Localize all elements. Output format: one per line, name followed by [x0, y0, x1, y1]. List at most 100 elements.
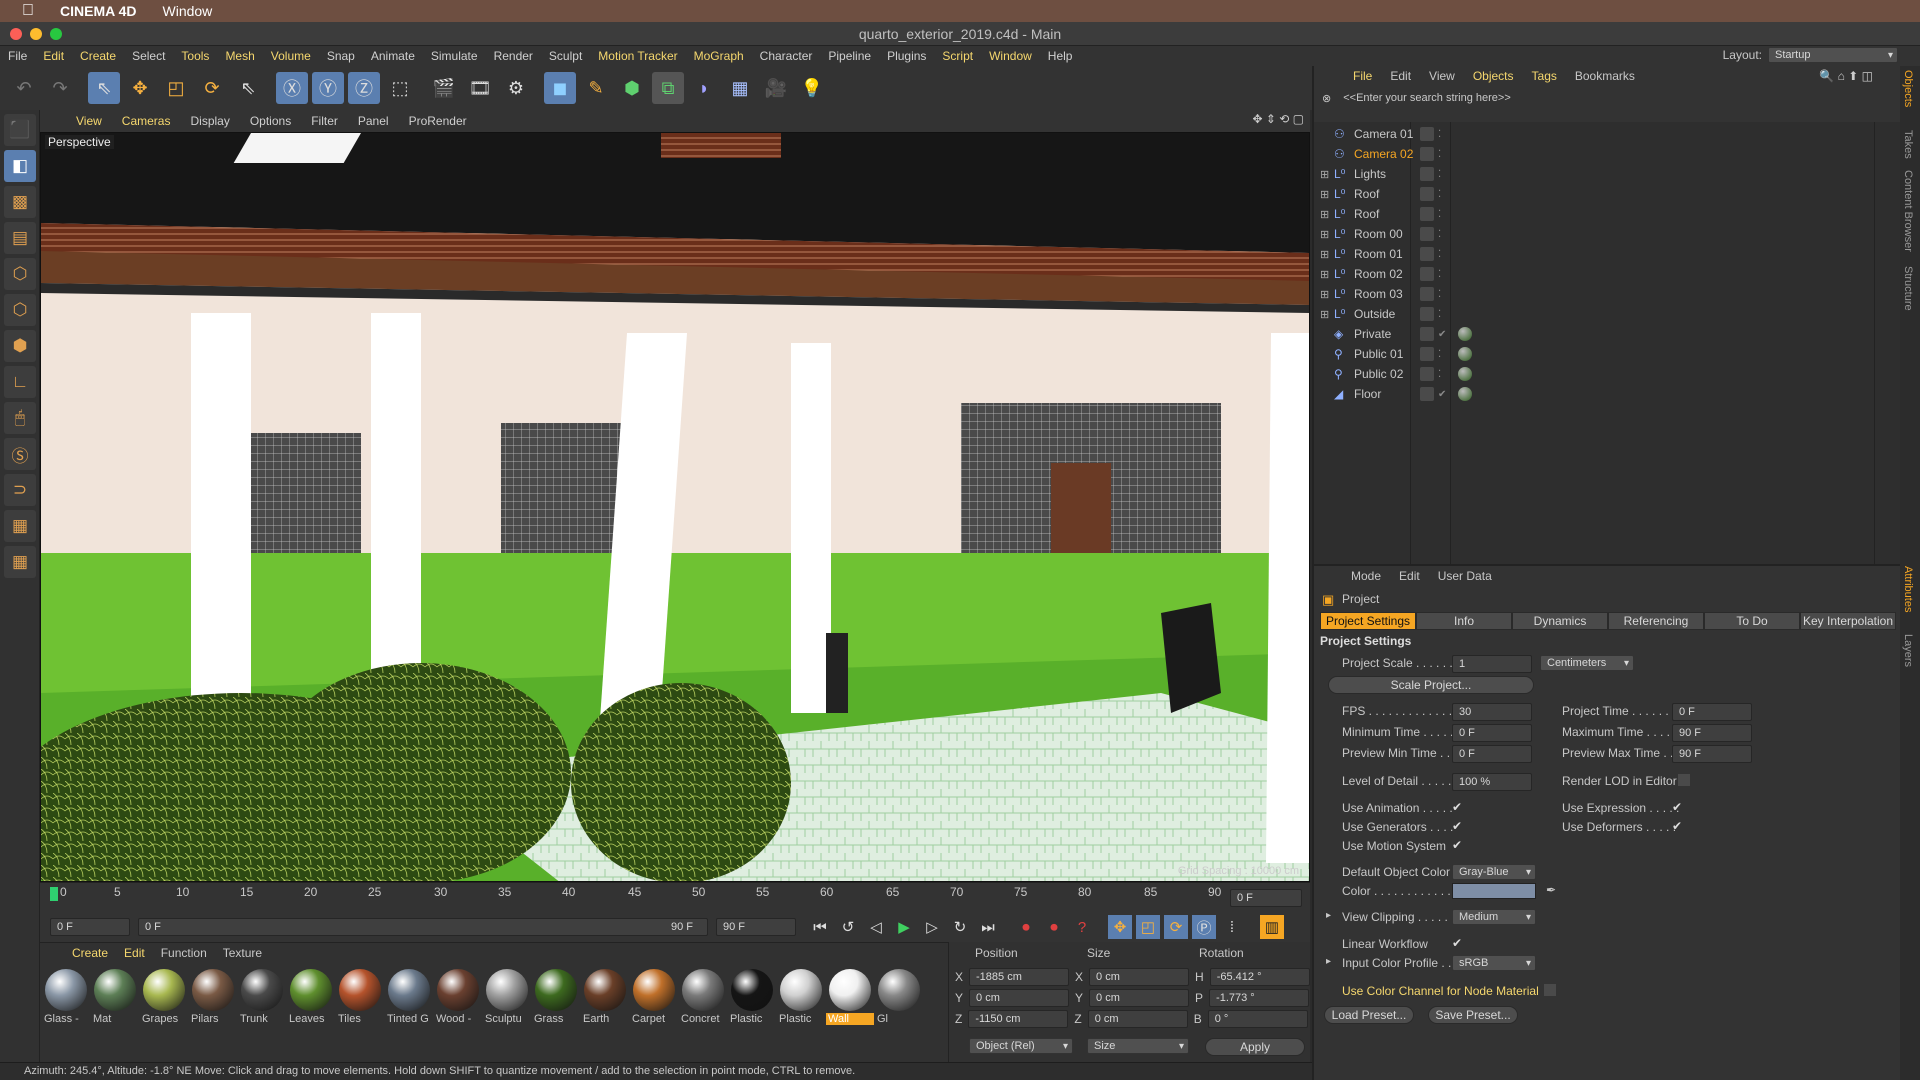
keyframe-selection-icon[interactable]: ? — [1070, 915, 1094, 939]
3d-viewport[interactable]: Perspective Grid Spacing : 10000 cm — [40, 132, 1310, 882]
material-menu-function[interactable]: Function — [161, 946, 207, 960]
object-name[interactable]: Room 01 — [1354, 247, 1403, 261]
tab-key-interpolation[interactable]: Key Interpolation — [1800, 612, 1896, 630]
level-of-detail-field[interactable]: 100 % — [1452, 773, 1532, 791]
polygons-mode-icon[interactable]: ⬢ — [4, 330, 36, 362]
object-row[interactable]: ⊞ L⁰ Outside ⁚ — [1314, 304, 1874, 324]
menu-render[interactable]: Render — [494, 49, 533, 63]
render-view-icon[interactable]: 🎬 — [428, 72, 460, 104]
layer-toggle-icon[interactable] — [1420, 387, 1434, 401]
pen-spline-icon[interactable]: ✎ — [580, 72, 612, 104]
material-swatch[interactable]: Carpet — [630, 967, 678, 1025]
object-row[interactable]: ◢ Floor ✔ — [1314, 384, 1874, 404]
material-menu-create[interactable]: Create — [72, 946, 108, 960]
material-swatch[interactable]: Sculptu — [483, 967, 531, 1025]
coordinate-system-icon[interactable]: ⬚ — [384, 72, 416, 104]
visibility-dots-icon[interactable]: ✔ — [1438, 329, 1446, 340]
menu-create[interactable]: Create — [80, 49, 116, 63]
workplane-icon[interactable]: ▤ — [4, 222, 36, 254]
material-menu-edit[interactable]: Edit — [124, 946, 145, 960]
viewport-menu-options[interactable]: Options — [250, 114, 291, 128]
default-object-color-dropdown[interactable]: Gray-Blue — [1452, 864, 1536, 880]
rotation-b-field[interactable]: 0 ° — [1207, 1010, 1308, 1028]
side-tab-content-browser[interactable]: Content Browser — [1902, 170, 1914, 252]
object-name[interactable]: Roof — [1354, 207, 1379, 221]
object-row[interactable]: ⚇ Camera 02 ⁚ — [1314, 144, 1874, 164]
view-clipping-dropdown[interactable]: Medium — [1452, 909, 1536, 925]
object-row[interactable]: ⊞ L⁰ Roof ⁚ — [1314, 204, 1874, 224]
material-swatch[interactable]: Wall — [826, 967, 874, 1025]
material-swatch[interactable]: Glass - — [42, 967, 90, 1025]
material-menu-texture[interactable]: Texture — [223, 946, 262, 960]
make-editable-icon[interactable]: ⬛ — [4, 114, 36, 146]
viewport-menu-filter[interactable]: Filter — [311, 114, 338, 128]
obj-menu-view[interactable]: View — [1429, 69, 1455, 83]
obj-menu-edit[interactable]: Edit — [1390, 69, 1411, 83]
expand-icon[interactable]: ⊞ — [1320, 188, 1329, 201]
play-icon[interactable]: ▶ — [892, 915, 916, 939]
range-slider[interactable]: 0 F 90 F — [138, 918, 708, 936]
go-to-end-icon[interactable]: ⏭ — [976, 915, 1000, 939]
object-row[interactable]: ⊞ L⁰ Lights ⁚ — [1314, 164, 1874, 184]
material-swatch[interactable]: Mat — [91, 967, 139, 1025]
position-x-field[interactable]: -1885 cm — [969, 968, 1070, 986]
object-name[interactable]: Floor — [1354, 387, 1381, 401]
menu-plugins[interactable]: Plugins — [887, 49, 926, 63]
live-selection-icon[interactable]: ⇖ — [88, 72, 120, 104]
expand-icon[interactable]: ⊞ — [1320, 228, 1329, 241]
quantize-icon[interactable]: ▦ — [4, 546, 36, 578]
layer-toggle-icon[interactable] — [1420, 307, 1434, 321]
undo-icon[interactable]: ↶ — [8, 72, 40, 104]
layer-toggle-icon[interactable] — [1420, 207, 1434, 221]
visibility-dots-icon[interactable]: ⁚ — [1438, 169, 1441, 180]
material-swatch[interactable]: Tiles — [336, 967, 384, 1025]
preview-max-field[interactable]: 90 F — [1672, 745, 1752, 763]
apple-icon[interactable]:  — [22, 2, 34, 20]
menu-motion-tracker[interactable]: Motion Tracker — [598, 49, 677, 63]
array-icon[interactable]: ⧉ — [652, 72, 684, 104]
playhead[interactable] — [50, 887, 58, 901]
menu-animate[interactable]: Animate — [371, 49, 415, 63]
tweak-mode-icon[interactable]: 🖱 — [4, 402, 36, 434]
object-name[interactable]: Public 01 — [1354, 347, 1403, 361]
camera-icon[interactable]: 🎥 — [760, 72, 792, 104]
coordinate-mode-dropdown[interactable]: Object (Rel) — [969, 1038, 1073, 1054]
viewport-menu-display[interactable]: Display — [190, 114, 229, 128]
layer-toggle-icon[interactable] — [1420, 347, 1434, 361]
expand-arrow-icon[interactable]: ▸ — [1326, 956, 1331, 967]
menu-sculpt[interactable]: Sculpt — [549, 49, 582, 63]
timeline-ruler[interactable]: 0 5 10 15 20 25 30 35 40 45 50 55 60 65 … — [40, 882, 1310, 912]
workplane-grid-icon[interactable]: ▦ — [4, 510, 36, 542]
material-tag-icon[interactable] — [1458, 367, 1472, 381]
object-row[interactable]: ◈ Private ✔ — [1314, 324, 1874, 344]
visibility-dots-icon[interactable]: ⁚ — [1438, 349, 1441, 360]
material-swatch[interactable]: Gl — [875, 967, 923, 1025]
position-y-field[interactable]: 0 cm — [969, 989, 1070, 1007]
viewport-menu-prorender[interactable]: ProRender — [409, 114, 467, 128]
project-scale-field[interactable]: 1 — [1452, 655, 1532, 673]
material-swatch[interactable]: Tinted G — [385, 967, 433, 1025]
object-row[interactable]: ⚲ Public 02 ⁚ — [1314, 364, 1874, 384]
object-name[interactable]: Private — [1354, 327, 1391, 341]
position-z-field[interactable]: -1150 cm — [968, 1010, 1069, 1028]
model-mode-icon[interactable]: ◧ — [4, 150, 36, 182]
viewport-menu-view[interactable]: View — [76, 114, 102, 128]
obj-menu-file[interactable]: File — [1353, 69, 1372, 83]
object-name[interactable]: Lights — [1354, 167, 1386, 181]
attr-menu-mode[interactable]: Mode — [1351, 569, 1381, 583]
tab-referencing[interactable]: Referencing — [1608, 612, 1704, 630]
end-frame-field[interactable]: 90 F — [716, 918, 796, 936]
material-tag-icon[interactable] — [1458, 387, 1472, 401]
layer-toggle-icon[interactable] — [1420, 127, 1434, 141]
object-row[interactable]: ⊞ L⁰ Room 03 ⁚ — [1314, 284, 1874, 304]
visibility-dots-icon[interactable]: ⁚ — [1438, 269, 1441, 280]
menu-select[interactable]: Select — [132, 49, 165, 63]
zoom-window-button[interactable] — [50, 28, 62, 40]
size-mode-dropdown[interactable]: Size — [1087, 1038, 1189, 1054]
fps-field[interactable]: 30 — [1452, 703, 1532, 721]
linear-workflow-checkbox[interactable]: ✔ — [1452, 937, 1464, 949]
texture-mode-icon[interactable]: ▩ — [4, 186, 36, 218]
menu-snap[interactable]: Snap — [327, 49, 355, 63]
z-axis-icon[interactable]: Ⓩ — [348, 72, 380, 104]
object-name[interactable]: Room 02 — [1354, 267, 1403, 281]
